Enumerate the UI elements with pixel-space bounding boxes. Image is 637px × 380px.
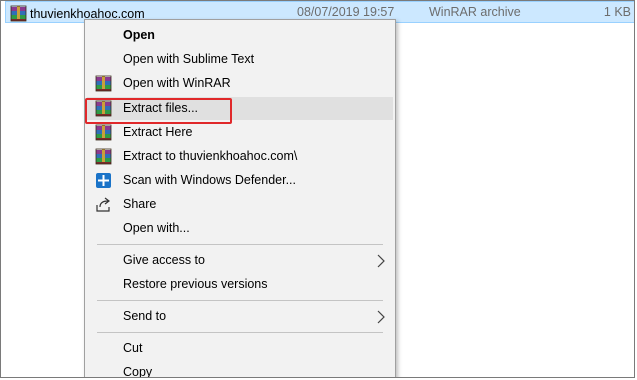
menu-item-open-with-winrar[interactable]: Open with WinRAR xyxy=(87,72,393,95)
menu-item-copy[interactable]: Copy xyxy=(87,361,393,378)
menu-item-label: Open with WinRAR xyxy=(123,76,231,90)
menu-item-scan-defender[interactable]: Scan with Windows Defender... xyxy=(87,169,393,192)
menu-item-restore-versions[interactable]: Restore previous versions xyxy=(87,273,393,296)
explorer-window: thuvienkhoahoc.com 08/07/2019 19:57 WinR… xyxy=(0,0,635,378)
chevron-right-icon xyxy=(377,254,385,268)
menu-item-label: Open with... xyxy=(123,221,190,235)
menu-item-label: Open xyxy=(123,28,155,42)
menu-item-extract-to-folder[interactable]: Extract to thuvienkhoahoc.com\ xyxy=(87,145,393,168)
menu-item-open-with-sublime[interactable]: Open with Sublime Text xyxy=(87,48,393,71)
menu-separator xyxy=(97,244,383,245)
menu-item-label: Extract to thuvienkhoahoc.com\ xyxy=(123,149,298,163)
winrar-icon xyxy=(95,148,112,165)
winrar-icon xyxy=(95,75,112,92)
menu-item-label: Give access to xyxy=(123,253,205,267)
context-menu: Open Open with Sublime Text Open with Wi… xyxy=(84,19,396,378)
file-size: 1 KB xyxy=(603,5,631,19)
menu-item-give-access-to[interactable]: Give access to xyxy=(87,249,393,272)
share-icon xyxy=(96,197,110,212)
menu-item-label: Extract Here xyxy=(123,125,193,139)
highlight-annotation-box xyxy=(85,98,232,124)
file-type: WinRAR archive xyxy=(429,5,521,19)
menu-item-cut[interactable]: Cut xyxy=(87,337,393,360)
winrar-archive-icon xyxy=(10,5,27,22)
menu-item-send-to[interactable]: Send to xyxy=(87,305,393,328)
menu-item-open[interactable]: Open xyxy=(87,24,393,47)
defender-shield-icon xyxy=(96,173,111,188)
menu-separator xyxy=(97,332,383,333)
menu-item-extract-here[interactable]: Extract Here xyxy=(87,121,393,144)
menu-item-label: Cut xyxy=(123,341,143,355)
menu-item-label: Restore previous versions xyxy=(123,277,268,291)
menu-separator xyxy=(97,300,383,301)
menu-item-label: Send to xyxy=(123,309,167,323)
menu-item-label: Scan with Windows Defender... xyxy=(123,173,296,187)
winrar-icon xyxy=(95,124,112,141)
menu-item-open-with[interactable]: Open with... xyxy=(87,217,393,240)
menu-item-label: Share xyxy=(123,197,157,211)
chevron-right-icon xyxy=(377,310,385,324)
file-date: 08/07/2019 19:57 xyxy=(297,5,395,19)
menu-item-share[interactable]: Share xyxy=(87,193,393,216)
menu-item-label: Copy xyxy=(123,365,153,378)
menu-item-label: Open with Sublime Text xyxy=(123,52,255,66)
